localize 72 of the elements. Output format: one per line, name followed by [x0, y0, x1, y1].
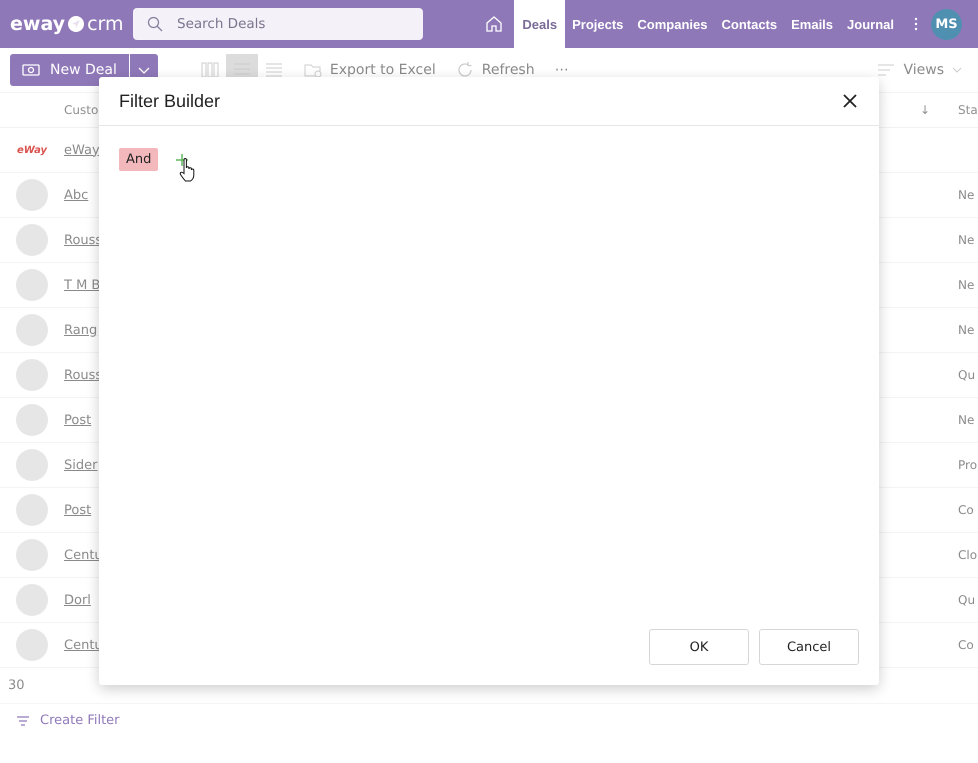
operator-chip[interactable]: And: [119, 148, 158, 171]
dialog-title: Filter Builder: [119, 90, 220, 112]
money-icon: [22, 63, 40, 77]
status-cell-text: Ne: [958, 233, 976, 247]
more-button[interactable]: ⋯: [548, 54, 575, 86]
add-condition-button[interactable]: [176, 154, 188, 166]
record-count: 30: [7, 677, 26, 695]
close-icon: [843, 94, 857, 108]
refresh-button[interactable]: Refresh: [450, 54, 541, 86]
create-filter-button[interactable]: Create Filter: [10, 712, 126, 729]
avatar-placeholder: [16, 179, 48, 211]
company-logo: eWay: [16, 144, 48, 156]
status-cell-text: Ne: [958, 188, 976, 202]
customer-link[interactable]: eWay: [64, 142, 100, 158]
dialog-button[interactable]: Cancel: [759, 629, 859, 665]
status-cell-text: Qu: [958, 368, 976, 382]
user-avatar[interactable]: MS: [931, 8, 962, 40]
status-cell-text: Ne: [958, 323, 976, 337]
customer-link[interactable]: Post: [64, 502, 92, 518]
compact-list-icon: [264, 63, 283, 77]
columns-icon: [200, 62, 219, 78]
customer-link[interactable]: Dorl: [64, 592, 91, 608]
status-cell-text: Co: [958, 503, 975, 517]
avatar-placeholder: [16, 539, 48, 571]
customer-link[interactable]: T M B: [64, 278, 100, 292]
avatar-placeholder: [16, 584, 48, 616]
lines-icon: [877, 63, 896, 77]
nav-tab[interactable]: Emails: [784, 0, 840, 48]
logo[interactable]: eway crm: [10, 13, 133, 35]
nav-tab[interactable]: Projects: [565, 0, 630, 48]
nav-tab[interactable]: Contacts: [714, 0, 784, 48]
avatar-placeholder: [16, 359, 48, 391]
nav-tab[interactable]: Journal: [840, 0, 901, 48]
avatar-placeholder: [16, 314, 48, 346]
more-icon[interactable]: [913, 16, 919, 32]
search-field[interactable]: Search Deals: [133, 8, 423, 40]
customer-link[interactable]: Post: [64, 412, 92, 428]
export-button[interactable]: Export to Excel: [298, 54, 442, 86]
customer-link[interactable]: Sider: [64, 458, 98, 472]
avatar-placeholder: [16, 224, 48, 256]
nav-tab[interactable]: Deals: [514, 0, 566, 48]
new-deal-button[interactable]: New Deal: [10, 54, 129, 86]
filter-icon: [16, 714, 30, 726]
avatar-placeholder: [16, 404, 48, 436]
avatar-placeholder: [16, 449, 48, 481]
avatar-placeholder: [16, 269, 48, 301]
sort-arrow[interactable]: ↓: [920, 103, 930, 117]
home-icon[interactable]: [484, 14, 504, 34]
dialog-button[interactable]: OK: [649, 629, 749, 665]
hand-cursor-icon: [179, 158, 195, 182]
status-cell-text: Ne: [958, 278, 976, 292]
status-cell-text: Ne: [958, 413, 976, 427]
nav-tab[interactable]: Companies: [630, 0, 714, 48]
status-cell: Clo: [958, 548, 978, 562]
status-cell-text: Qu: [958, 593, 976, 607]
customer-link[interactable]: Rang: [64, 322, 98, 338]
avatar-placeholder: [16, 494, 48, 526]
logo-icon: [67, 15, 86, 33]
column-header[interactable]: Sta: [958, 103, 978, 117]
caret-icon: [952, 67, 962, 73]
search-icon: [147, 16, 163, 32]
list-icon: [232, 62, 251, 76]
views-menu[interactable]: Views: [871, 54, 968, 86]
status-cell-text: Co: [958, 638, 975, 652]
close-button[interactable]: [841, 92, 859, 110]
caret-icon: [138, 66, 150, 74]
plus-icon: [176, 154, 188, 166]
avatar-placeholder: [16, 629, 48, 661]
refresh-icon: [456, 61, 474, 79]
status-cell: Pro: [958, 458, 978, 472]
customer-link[interactable]: Abc: [64, 188, 88, 202]
column-header[interactable]: Custo: [64, 103, 98, 117]
